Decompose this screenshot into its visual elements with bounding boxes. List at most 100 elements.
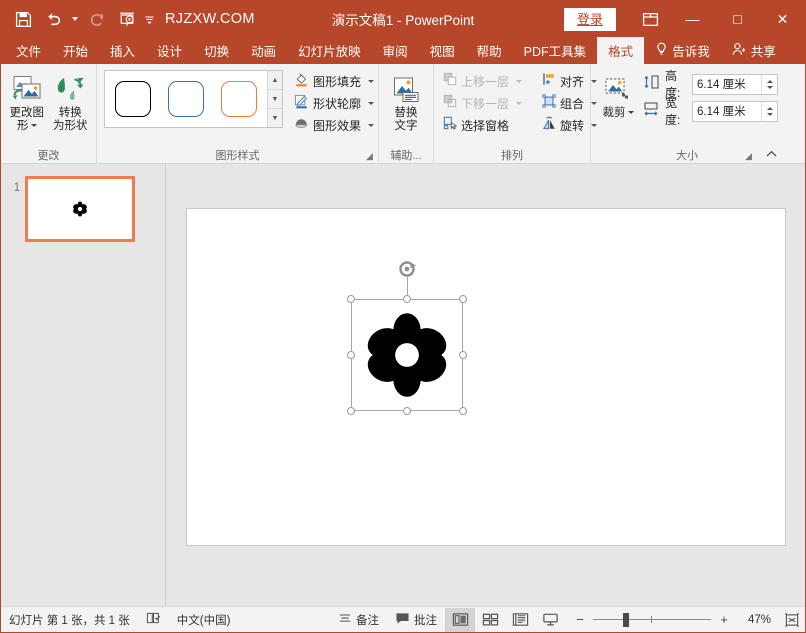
shape-style-3[interactable] [217,77,261,121]
selected-shape[interactable] [351,299,463,411]
shape-fill-button[interactable]: 图形填充 [289,71,379,92]
minimize-button[interactable]: — [670,1,715,37]
tab-view[interactable]: 视图 [419,37,466,64]
collapse-ribbon-button[interactable] [763,146,779,162]
sign-in-button[interactable]: 登录 [564,8,616,31]
shape-height-input[interactable] [693,75,761,94]
shape-height-spinner[interactable] [692,74,778,95]
tab-design[interactable]: 设计 [146,37,193,64]
ribbon-display-options-button[interactable] [630,1,670,37]
shape-fill-caret[interactable] [368,80,374,83]
height-spin-arrows[interactable] [761,75,777,94]
tell-me-button[interactable]: 告诉我 [644,37,721,64]
tab-animations[interactable]: 动画 [240,37,287,64]
save-button[interactable] [9,5,37,33]
flower-shape-thumb-icon [72,201,88,217]
selection-pane-label: 选择窗格 [461,117,509,134]
shape-width-spinner[interactable] [692,101,778,122]
width-spin-arrows[interactable] [761,102,777,121]
width-icon [643,101,661,122]
fit-slide-to-window-button[interactable] [779,608,805,632]
share-button[interactable]: 共享 [721,37,787,64]
change-graphic-label: 更改图 形 [10,107,45,133]
close-button[interactable]: ✕ [760,1,805,37]
convert-to-shape-button[interactable]: 转换 为形状 [50,68,92,133]
thumbnail-list: 1 [1,164,165,242]
change-graphic-icon [11,71,43,105]
view-reading-button[interactable] [505,608,535,632]
rotation-handle[interactable] [397,259,417,279]
tab-insert[interactable]: 插入 [99,37,146,64]
slide-canvas[interactable] [186,208,786,546]
selection-pane-button[interactable]: 选择窗格 [438,115,527,136]
shape-styles-dialog-launcher[interactable]: ◢ [365,152,374,161]
slide-thumbnail-1[interactable] [25,176,135,242]
send-backward-button[interactable]: 下移一层 [438,93,527,114]
gallery-scroll-down[interactable]: ▼ [268,90,282,109]
undo-dropdown-caret[interactable] [69,5,81,33]
resize-handle-n[interactable] [403,295,411,303]
shape-fill-icon [294,72,309,92]
shape-style-1[interactable] [111,77,155,121]
tab-help[interactable]: 帮助 [466,37,513,64]
change-graphic-button[interactable]: 更改图 形 [6,68,48,133]
undo-button[interactable] [39,5,67,33]
tab-home[interactable]: 开始 [52,37,99,64]
shape-style-2[interactable] [164,77,208,121]
crop-button[interactable]: 裁剪 [597,68,639,120]
gallery-more[interactable]: ▼ [268,109,282,127]
view-slideshow-button[interactable] [535,608,565,632]
tab-transitions[interactable]: 切换 [193,37,240,64]
shape-effects-button[interactable]: 图形效果 [289,115,379,136]
spellcheck-button[interactable] [138,607,169,633]
send-backward-caret[interactable] [516,102,522,105]
spellcheck-icon [146,611,161,628]
maximize-button[interactable]: □ [715,1,760,37]
gallery-scroll-up[interactable]: ▲ [268,71,282,90]
bring-forward-button[interactable]: 上移一层 [438,71,527,92]
zoom-level-label[interactable]: 47% [737,614,771,626]
align-icon [542,72,556,91]
zoom-slider-thumb[interactable] [623,613,629,627]
bring-forward-caret[interactable] [516,80,522,83]
language-status[interactable]: 中文(中国) [169,607,239,633]
resize-handle-s[interactable] [403,407,411,415]
size-dialog-launcher[interactable]: ◢ [744,152,753,161]
shape-outline-caret[interactable] [368,102,374,105]
zoom-slider[interactable] [593,613,711,627]
shape-outline-button[interactable]: 形状轮廓 [289,93,379,114]
resize-handle-ne[interactable] [459,295,467,303]
crop-icon [603,71,633,105]
customize-qat-button[interactable] [143,5,155,33]
comments-button[interactable]: 批注 [387,607,445,633]
tab-pdf-tools[interactable]: PDF工具集 [513,37,598,64]
gallery-scrollbar[interactable]: ▲ ▼ ▼ [267,71,282,127]
resize-handle-se[interactable] [459,407,467,415]
tab-review[interactable]: 审阅 [372,37,419,64]
shape-effects-caret[interactable] [368,124,374,127]
view-normal-button[interactable] [445,608,475,632]
zoom-in-button[interactable]: + [717,612,731,627]
bring-forward-label: 上移一层 [461,73,509,90]
tab-slideshow[interactable]: 幻灯片放映 [287,37,372,64]
shape-fill-label: 图形填充 [313,73,361,90]
notes-button[interactable]: 备注 [330,607,387,633]
tab-file[interactable]: 文件 [5,37,52,64]
alt-text-button[interactable]: 替换 文字 [384,68,428,133]
shape-width-input[interactable] [693,102,761,121]
convert-to-shape-icon [54,71,86,105]
zoom-out-button[interactable]: − [573,612,587,627]
resize-handle-e[interactable] [459,351,467,359]
group-label-shape-styles: 图形样式 ◢ [97,146,378,164]
view-slide-sorter-button[interactable] [475,608,505,632]
resize-handle-nw[interactable] [347,295,355,303]
redo-button[interactable] [83,5,111,33]
start-slideshow-button[interactable] [113,5,141,33]
shape-styles-gallery: ▲ ▼ ▼ [104,70,283,128]
slide-count-status[interactable]: 幻灯片 第 1 张，共 1 张 [1,607,138,633]
resize-handle-sw[interactable] [347,407,355,415]
slide-editing-area[interactable] [166,164,805,606]
resize-handle-w[interactable] [347,351,355,359]
tab-format[interactable]: 格式 [597,37,644,64]
lightbulb-icon [655,42,668,59]
